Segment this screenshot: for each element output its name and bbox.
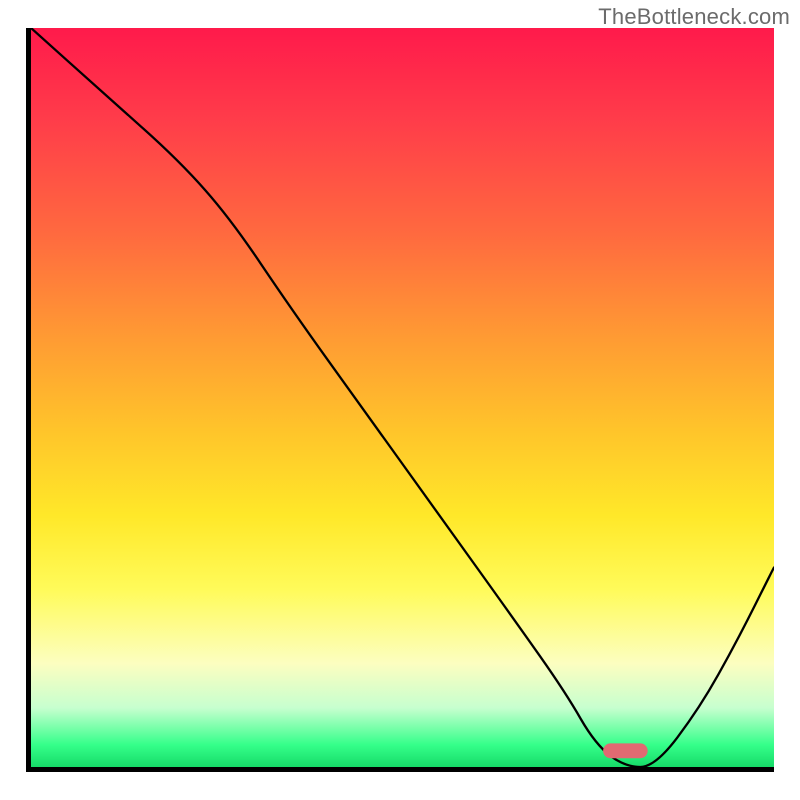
- plot-area: [26, 28, 774, 772]
- curve-layer: [31, 28, 774, 767]
- watermark-text: TheBottleneck.com: [598, 4, 790, 30]
- chart-container: TheBottleneck.com: [0, 0, 800, 800]
- optimal-marker: [603, 743, 648, 758]
- bottleneck-curve: [31, 28, 774, 767]
